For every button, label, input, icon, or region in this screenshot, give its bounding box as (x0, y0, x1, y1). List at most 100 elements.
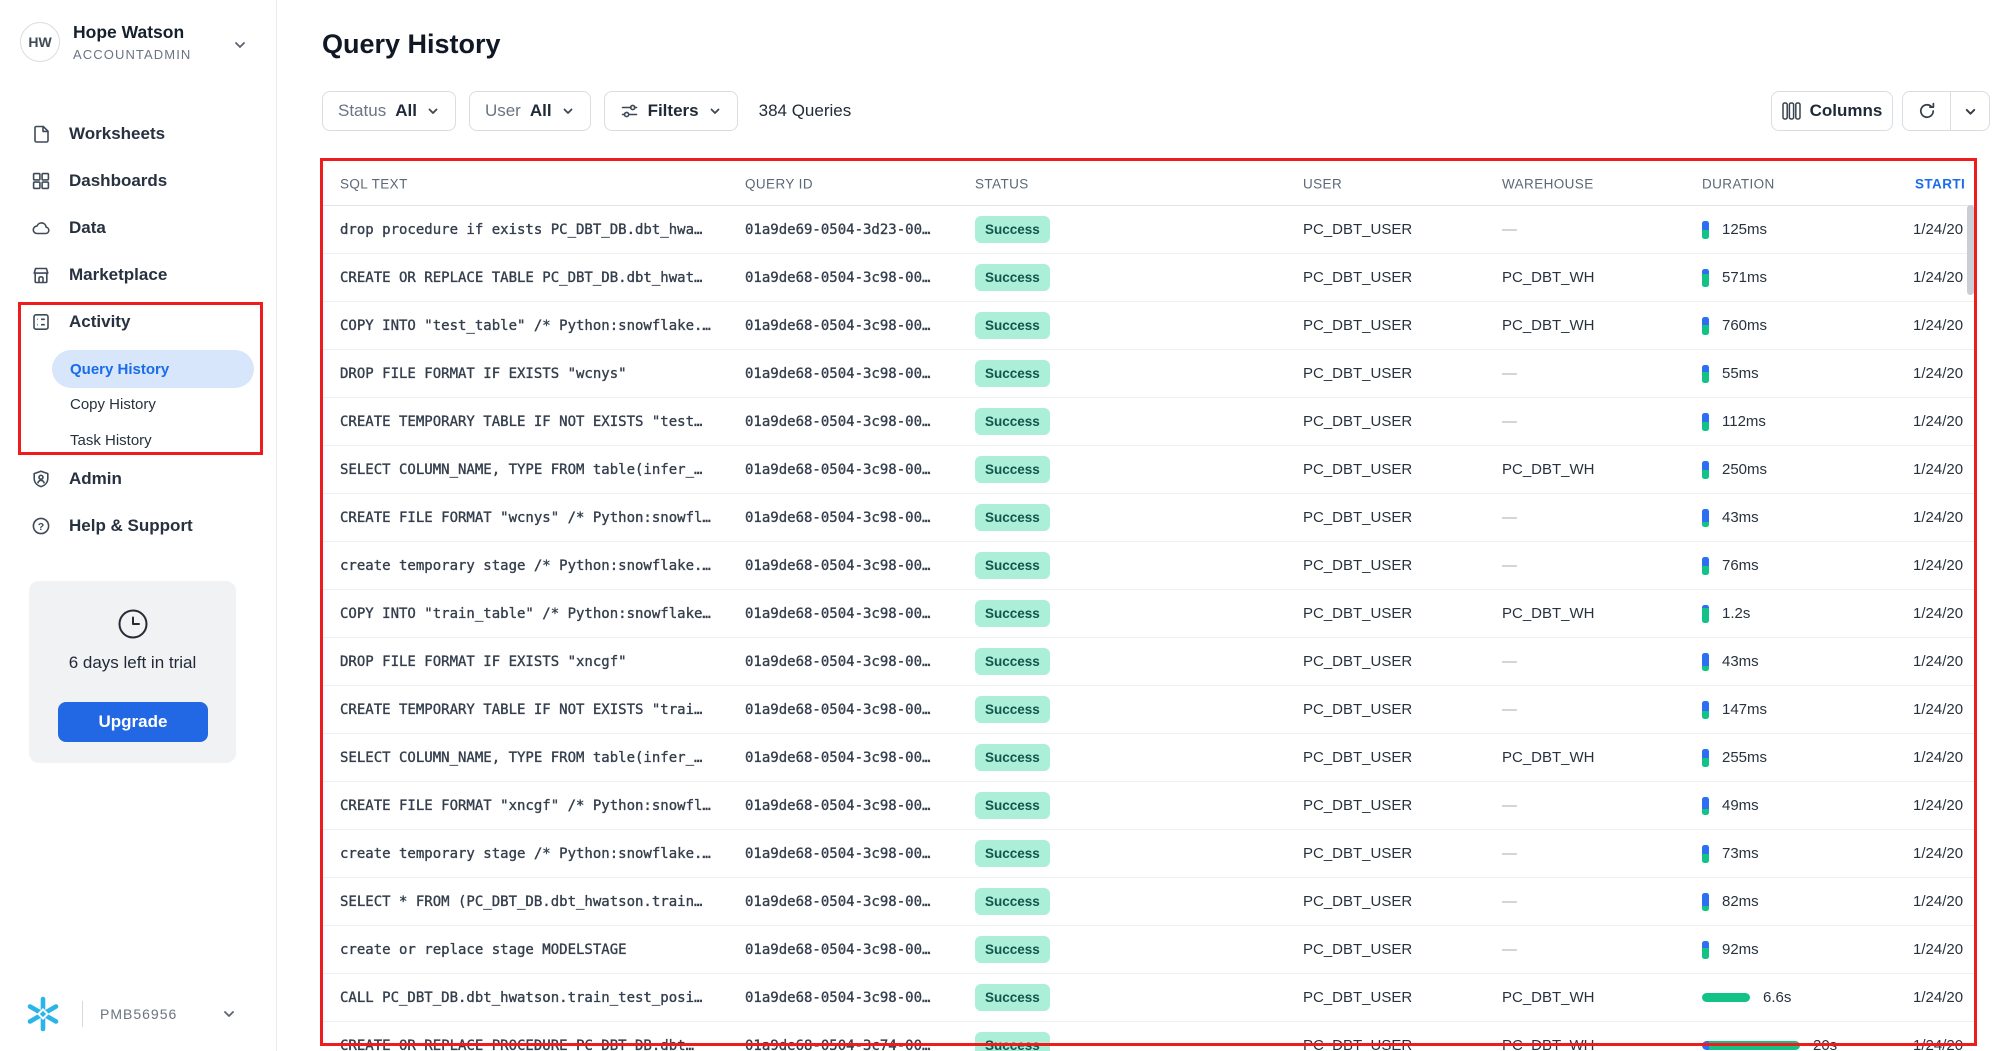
duration-bar-icon (1702, 701, 1709, 719)
sidebar-item-help-support[interactable]: ? Help & Support (0, 502, 276, 549)
table-row[interactable]: CREATE FILE FORMAT "wcnys" /* Python:sno… (322, 494, 1975, 542)
status-cell: Success (975, 830, 1050, 877)
status-badge: Success (975, 552, 1050, 580)
profile-role: ACCOUNTADMIN (73, 47, 191, 62)
duration-bar-compile-segment (1702, 797, 1709, 810)
warehouse-cell: — (1502, 878, 1517, 925)
duration-value: 147ms (1722, 701, 1767, 718)
duration-value: 250ms (1722, 461, 1767, 478)
sidebar-item-task-history[interactable]: Task History (70, 422, 152, 458)
clock-icon (116, 607, 150, 641)
table-row[interactable]: CREATE TEMPORARY TABLE IF NOT EXISTS "tr… (322, 686, 1975, 734)
table-row[interactable]: create or replace stage MODELSTAGE01a9de… (322, 926, 1975, 974)
sidebar-item-label: Admin (69, 469, 122, 489)
sidebar-item-query-history[interactable]: Query History (52, 350, 254, 388)
column-header-status[interactable]: STATUS (975, 177, 1029, 192)
duration-bar-execute-segment (1702, 566, 1709, 575)
duration-bar-icon (1702, 605, 1709, 623)
chevron-down-icon[interactable] (221, 1006, 237, 1022)
sidebar-menu: Worksheets Dashboards Data Marketplace A… (0, 110, 276, 345)
table-row[interactable]: SELECT COLUMN_NAME, TYPE FROM table(infe… (322, 446, 1975, 494)
duration-bar-execute-segment (1702, 372, 1709, 383)
table-row[interactable]: CREATE TEMPORARY TABLE IF NOT EXISTS "te… (322, 398, 1975, 446)
refresh-options-button[interactable] (1951, 92, 1989, 130)
status-badge: Success (975, 216, 1050, 244)
duration-bar-icon (1702, 893, 1709, 911)
account-switcher[interactable]: PMB56956 (22, 993, 237, 1035)
status-cell: Success (975, 350, 1050, 397)
start-time-cell: 1/24/20 (1913, 974, 1963, 1021)
user-cell: PC_DBT_USER (1303, 590, 1412, 637)
warehouse-cell: — (1502, 494, 1517, 541)
status-cell: Success (975, 542, 1050, 589)
table-row[interactable]: create temporary stage /* Python:snowfla… (322, 830, 1975, 878)
duration-bar-icon (1702, 1041, 1800, 1050)
duration-value: 55ms (1722, 365, 1759, 382)
table-row[interactable]: DROP FILE FORMAT IF EXISTS "wcnys"01a9de… (322, 350, 1975, 398)
sidebar-item-dashboards[interactable]: Dashboards (0, 157, 276, 204)
user-cell: PC_DBT_USER (1303, 974, 1412, 1021)
status-badge: Success (975, 696, 1050, 724)
user-cell: PC_DBT_USER (1303, 302, 1412, 349)
table-row[interactable]: CREATE OR REPLACE PROCEDURE PC_DBT_DB.db… (322, 1022, 1975, 1051)
column-header-warehouse[interactable]: WAREHOUSE (1502, 177, 1594, 192)
status-badge: Success (975, 648, 1050, 676)
column-header-start-time[interactable]: STARTI (1915, 177, 1975, 192)
scrollbar-thumb[interactable] (1967, 205, 1974, 295)
sidebar-item-label: Marketplace (69, 265, 167, 285)
column-header-duration[interactable]: DURATION (1702, 177, 1775, 192)
duration-bar-icon (1702, 365, 1709, 383)
status-badge: Success (975, 408, 1050, 436)
start-time-cell: 1/24/20 (1913, 398, 1963, 445)
duration-bar-icon (1702, 941, 1709, 959)
duration-bar-execute-segment (1702, 854, 1709, 863)
user-filter[interactable]: User All (469, 91, 591, 131)
refresh-button[interactable] (1903, 92, 1951, 130)
table-row[interactable]: CREATE OR REPLACE TABLE PC_DBT_DB.dbt_hw… (322, 254, 1975, 302)
column-header-user[interactable]: USER (1303, 177, 1342, 192)
column-header-query-id[interactable]: QUERY ID (745, 177, 813, 192)
sql-text-cell: CREATE OR REPLACE PROCEDURE PC_DBT_DB.db… (340, 1022, 732, 1051)
sidebar-item-admin[interactable]: Admin (0, 455, 276, 502)
duration-value: 20s (1813, 1037, 1837, 1051)
table-row[interactable]: CREATE FILE FORMAT "xncgf" /* Python:sno… (322, 782, 1975, 830)
sidebar-item-copy-history[interactable]: Copy History (70, 386, 156, 422)
table-row[interactable]: COPY INTO "test_table" /* Python:snowfla… (322, 302, 1975, 350)
duration-bar-compile-segment (1702, 221, 1709, 231)
duration-bar-compile-segment (1702, 1041, 1709, 1050)
columns-button[interactable]: Columns (1771, 91, 1893, 131)
table-row[interactable]: SELECT * FROM (PC_DBT_DB.dbt_hwatson.tra… (322, 878, 1975, 926)
sql-text-cell: CREATE FILE FORMAT "wcnys" /* Python:sno… (340, 494, 732, 541)
column-header-sql-text[interactable]: SQL TEXT (340, 177, 408, 192)
duration-bar-execute-segment (1702, 666, 1709, 671)
duration-cell: 73ms (1702, 830, 1759, 877)
table-row[interactable]: CALL PC_DBT_DB.dbt_hwatson.train_test_po… (322, 974, 1975, 1022)
user-cell: PC_DBT_USER (1303, 878, 1412, 925)
upgrade-button[interactable]: Upgrade (58, 702, 208, 742)
status-filter[interactable]: Status All (322, 91, 456, 131)
table-row[interactable]: SELECT COLUMN_NAME, TYPE FROM table(infe… (322, 734, 1975, 782)
table-row[interactable]: COPY INTO "train_table" /* Python:snowfl… (322, 590, 1975, 638)
sidebar-item-worksheets[interactable]: Worksheets (0, 110, 276, 157)
duration-value: 125ms (1722, 221, 1767, 238)
duration-cell: 760ms (1702, 302, 1767, 349)
sql-text-cell: CALL PC_DBT_DB.dbt_hwatson.train_test_po… (340, 974, 732, 1021)
sql-text-cell: CREATE OR REPLACE TABLE PC_DBT_DB.dbt_hw… (340, 254, 732, 301)
filters-button[interactable]: Filters (604, 91, 738, 131)
user-profile[interactable]: HW Hope Watson ACCOUNTADMIN (20, 22, 191, 62)
start-time-cell: 1/24/20 (1913, 782, 1963, 829)
sidebar-item-marketplace[interactable]: Marketplace (0, 251, 276, 298)
duration-cell: 43ms (1702, 494, 1759, 541)
table-row[interactable]: DROP FILE FORMAT IF EXISTS "xncgf"01a9de… (322, 638, 1975, 686)
duration-bar-icon (1702, 557, 1709, 575)
sidebar-item-activity[interactable]: Activity (0, 298, 276, 345)
sidebar-item-data[interactable]: Data (0, 204, 276, 251)
table-row[interactable]: create temporary stage /* Python:snowfla… (322, 542, 1975, 590)
chevron-down-icon[interactable] (232, 37, 248, 53)
snowflake-logo (22, 993, 64, 1035)
status-badge: Success (975, 456, 1050, 484)
duration-cell: 20s (1702, 1022, 1837, 1051)
table-row[interactable]: drop procedure if exists PC_DBT_DB.dbt_h… (322, 206, 1975, 254)
sidebar-subitem-label: Task History (70, 432, 152, 449)
start-time-cell: 1/24/20 (1913, 446, 1963, 493)
